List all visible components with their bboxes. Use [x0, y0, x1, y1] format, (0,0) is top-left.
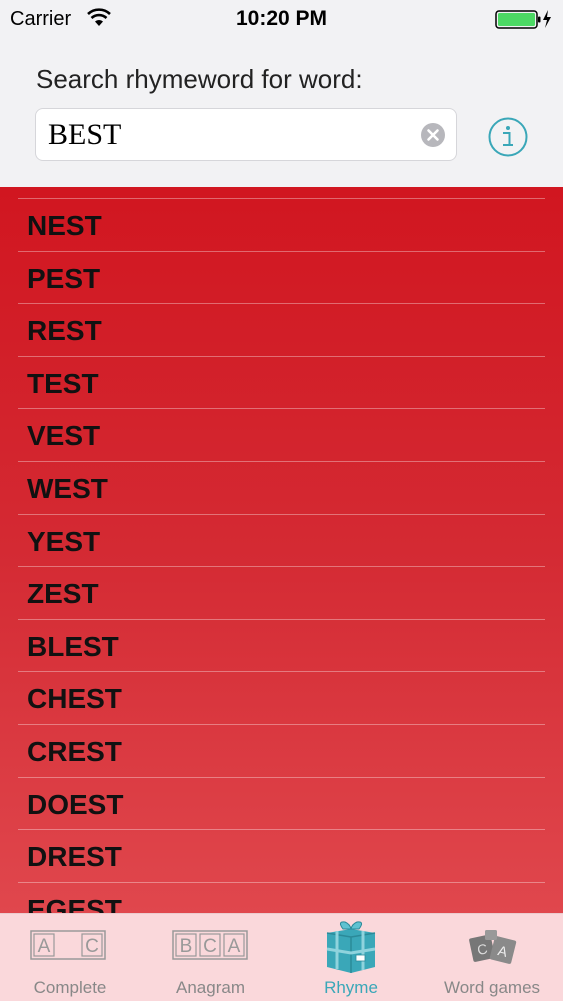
- search-box: [35, 108, 457, 161]
- search-header: Search rhymeword for word:: [0, 40, 563, 187]
- rhyme-results[interactable]: NEST PEST REST TEST VEST WEST YEST ZEST …: [0, 187, 563, 913]
- tab-label: Complete: [33, 978, 107, 997]
- clear-circle-icon[interactable]: [420, 122, 446, 148]
- tab-complete[interactable]: A C Complete: [0, 914, 140, 1001]
- list-item[interactable]: CREST: [18, 725, 545, 778]
- svg-text:C: C: [203, 936, 217, 957]
- svg-text:C: C: [85, 936, 99, 957]
- tab-rhyme[interactable]: Rhyme: [281, 914, 421, 1001]
- search-input[interactable]: [48, 115, 408, 155]
- svg-text:A: A: [38, 936, 51, 957]
- tab-anagram[interactable]: B C A Anagram: [140, 914, 281, 1001]
- game-cards-icon: C A: [469, 930, 517, 964]
- list-item[interactable]: ZEST: [18, 567, 545, 620]
- list-item[interactable]: EGEST: [18, 883, 545, 913]
- list-item[interactable]: WEST: [18, 462, 545, 515]
- battery-icon: [495, 10, 551, 29]
- list-item[interactable]: BLEST: [18, 620, 545, 673]
- status-bar: Carrier 10:20 PM: [0, 0, 563, 40]
- svg-text:B: B: [180, 936, 193, 957]
- tab-label: Rhyme: [324, 978, 378, 997]
- list-item[interactable]: TEST: [18, 357, 545, 410]
- list-item[interactable]: NEST: [18, 199, 545, 252]
- info-circle-icon[interactable]: [487, 116, 529, 158]
- svg-text:A: A: [228, 936, 241, 957]
- tab-bar: A C Complete B C A Anagram Rhyme C A Wor…: [0, 913, 563, 1001]
- list-item[interactable]: DOEST: [18, 778, 545, 831]
- gift-box-icon: [326, 921, 376, 973]
- letter-tiles-ac-icon: A C: [30, 930, 106, 960]
- list-item[interactable]: DREST: [18, 830, 545, 883]
- list-item[interactable]: VEST: [18, 409, 545, 462]
- list-item[interactable]: REST: [18, 304, 545, 357]
- tab-label: Anagram: [176, 978, 245, 997]
- search-label: Search rhymeword for word:: [36, 64, 363, 94]
- list-item[interactable]: PEST: [18, 252, 545, 305]
- results-list: NEST PEST REST TEST VEST WEST YEST ZEST …: [18, 198, 545, 913]
- tab-word-games[interactable]: C A Word games: [421, 914, 563, 1001]
- list-item[interactable]: YEST: [18, 515, 545, 568]
- tab-label: Word games: [443, 978, 541, 997]
- status-time: 10:20 PM: [235, 7, 328, 30]
- list-item[interactable]: CHEST: [18, 672, 545, 725]
- letter-tiles-bca-icon: B C A: [172, 930, 248, 960]
